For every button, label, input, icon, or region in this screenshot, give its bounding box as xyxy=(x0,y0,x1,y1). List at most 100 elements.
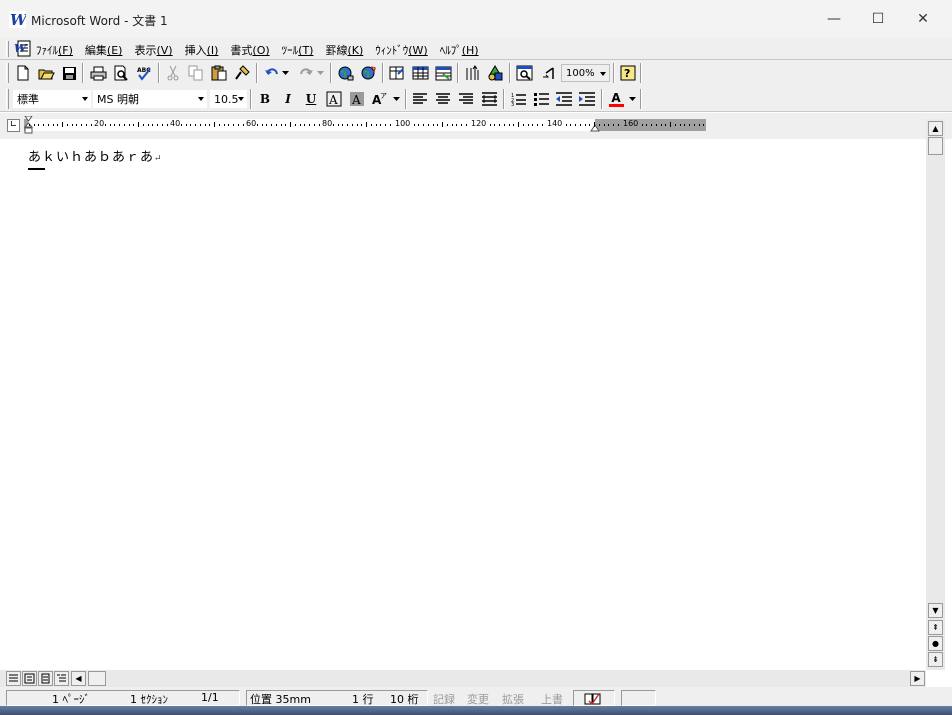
status-extend[interactable]: 拡張 xyxy=(502,691,524,707)
ruler-tick xyxy=(347,124,348,126)
ruler-tick xyxy=(200,124,201,126)
increase-indent-button[interactable] xyxy=(577,89,597,109)
ruler-tick xyxy=(205,124,206,126)
align-right-button[interactable] xyxy=(456,89,476,109)
new-button[interactable] xyxy=(13,63,33,83)
show-hide-button[interactable] xyxy=(538,63,558,83)
ruler-tick xyxy=(490,124,491,126)
document-paragraph[interactable]: あｋいｈあｂあｒあ↵ xyxy=(28,146,163,165)
maximize-button[interactable]: ☐ xyxy=(855,0,901,38)
status-record-macro[interactable]: 記録 xyxy=(433,691,455,707)
ruler-tick xyxy=(513,124,514,126)
align-center-button[interactable] xyxy=(433,89,453,109)
character-border-button[interactable]: A xyxy=(324,89,344,109)
font-color-dropdown-button[interactable] xyxy=(627,89,637,109)
insert-table-button[interactable] xyxy=(410,63,430,83)
vertical-scrollbar[interactable]: ▲ ▼ ⇞ ● ⇟ xyxy=(926,119,945,670)
scroll-down-button[interactable]: ▼ xyxy=(928,603,943,618)
select-browse-object-button[interactable]: ● xyxy=(928,636,943,651)
font-color-button[interactable]: A xyxy=(606,89,626,109)
copy-button[interactable] xyxy=(186,63,206,83)
formatting-toolbar-grip[interactable] xyxy=(6,89,9,109)
ruler-tick xyxy=(38,124,39,126)
close-button[interactable]: ✕ xyxy=(900,0,946,38)
horizontal-scrollbar[interactable]: ◀ ▶ xyxy=(0,670,926,687)
undo-button[interactable] xyxy=(262,63,282,83)
normal-view-button[interactable] xyxy=(6,671,21,686)
align-left-button[interactable] xyxy=(410,89,430,109)
redo-button[interactable] xyxy=(296,63,316,83)
menu-edit[interactable]: 編集(E) xyxy=(85,42,123,58)
print-preview-button[interactable] xyxy=(111,63,131,83)
phonetic-guide-button[interactable]: Aア xyxy=(370,89,390,109)
hyperlink-button[interactable] xyxy=(335,63,355,83)
web-layout-view-button[interactable] xyxy=(22,671,37,686)
style-select[interactable]: 標準 xyxy=(13,90,91,108)
scroll-left-button[interactable]: ◀ xyxy=(71,671,86,686)
paste-button[interactable] xyxy=(209,63,229,83)
font-select[interactable]: MS 明朝 xyxy=(93,90,207,108)
menu-view[interactable]: 表示(V) xyxy=(134,42,172,58)
web-toolbar-button[interactable] xyxy=(358,63,378,83)
italic-button[interactable]: I xyxy=(278,89,298,109)
document-icon[interactable]: W xyxy=(14,40,32,57)
character-shading-button[interactable]: A xyxy=(347,89,367,109)
ruler-tick xyxy=(414,124,415,126)
menu-file[interactable]: ﾌｧｲﾙ(F) xyxy=(36,42,73,58)
previous-page-button[interactable]: ⇞ xyxy=(928,620,943,635)
document-area[interactable]: あｋいｈあｂあｒあ↵ xyxy=(0,139,926,670)
menu-grip[interactable] xyxy=(6,41,9,57)
vertical-scroll-thumb[interactable] xyxy=(928,137,943,155)
bullets-button[interactable] xyxy=(531,89,551,109)
menu-tools[interactable]: ﾂｰﾙ(T) xyxy=(282,42,314,58)
zoom-select[interactable]: 100% xyxy=(561,64,610,82)
save-button[interactable] xyxy=(59,63,79,83)
status-track-changes[interactable]: 変更 xyxy=(467,691,489,707)
scroll-right-button[interactable]: ▶ xyxy=(910,671,925,686)
columns-button[interactable] xyxy=(462,63,482,83)
ruler-label: 20 xyxy=(94,119,105,128)
printer-icon xyxy=(90,66,106,80)
numbering-button[interactable]: 123 xyxy=(508,89,528,109)
insert-excel-button[interactable] xyxy=(433,63,453,83)
outline-view-button[interactable] xyxy=(54,671,69,686)
undo-dropdown-button[interactable] xyxy=(280,63,290,83)
chevron-down-icon xyxy=(600,72,606,76)
horizontal-scroll-thumb[interactable] xyxy=(88,671,106,686)
redo-dropdown-button[interactable] xyxy=(315,63,325,83)
drawing-button[interactable] xyxy=(485,63,505,83)
distributed-button[interactable] xyxy=(479,89,499,109)
open-button[interactable] xyxy=(36,63,56,83)
format-painter-icon xyxy=(234,65,250,80)
print-button[interactable] xyxy=(88,63,108,83)
bold-button[interactable]: B xyxy=(255,89,275,109)
print-layout-view-button[interactable] xyxy=(38,671,53,686)
horizontal-ruler[interactable]: 20 40 60 80 100 120 140 160 xyxy=(24,116,706,134)
document-map-button[interactable] xyxy=(514,63,534,83)
menu-insert[interactable]: 挿入(I) xyxy=(185,42,219,58)
menu-format[interactable]: 書式(O) xyxy=(230,42,269,58)
underline-button[interactable]: U xyxy=(301,89,321,109)
menu-help[interactable]: ﾍﾙﾌﾟ(H) xyxy=(440,42,479,58)
spelling-button[interactable]: ABC xyxy=(134,63,154,83)
menu-window[interactable]: ｳｨﾝﾄﾞｳ(W) xyxy=(375,42,427,58)
cut-button[interactable] xyxy=(163,63,183,83)
ruler-tick xyxy=(452,124,453,126)
menu-table[interactable]: 罫線(K) xyxy=(325,42,363,58)
phonetic-dropdown-button[interactable] xyxy=(391,89,401,109)
tables-borders-button[interactable] xyxy=(387,63,407,83)
office-assistant-button[interactable]: ? xyxy=(618,63,638,83)
tab-selector-button[interactable]: ∟ xyxy=(7,119,20,132)
scroll-up-button[interactable]: ▲ xyxy=(928,121,943,136)
font-size-select[interactable]: 10.5 xyxy=(210,90,247,108)
standard-toolbar-grip[interactable] xyxy=(6,63,9,83)
title-bar: W Microsoft Word - 文書 1 — ☐ ✕ xyxy=(0,0,952,38)
toolbar-separator xyxy=(250,89,252,109)
format-painter-button[interactable] xyxy=(232,63,252,83)
status-overtype[interactable]: 上書 xyxy=(541,691,563,707)
decrease-indent-button[interactable] xyxy=(554,89,574,109)
toolbar-separator xyxy=(82,63,84,83)
status-spelling-panel[interactable] xyxy=(573,690,615,706)
next-page-button[interactable]: ⇟ xyxy=(928,652,943,667)
minimize-button[interactable]: — xyxy=(811,0,857,38)
